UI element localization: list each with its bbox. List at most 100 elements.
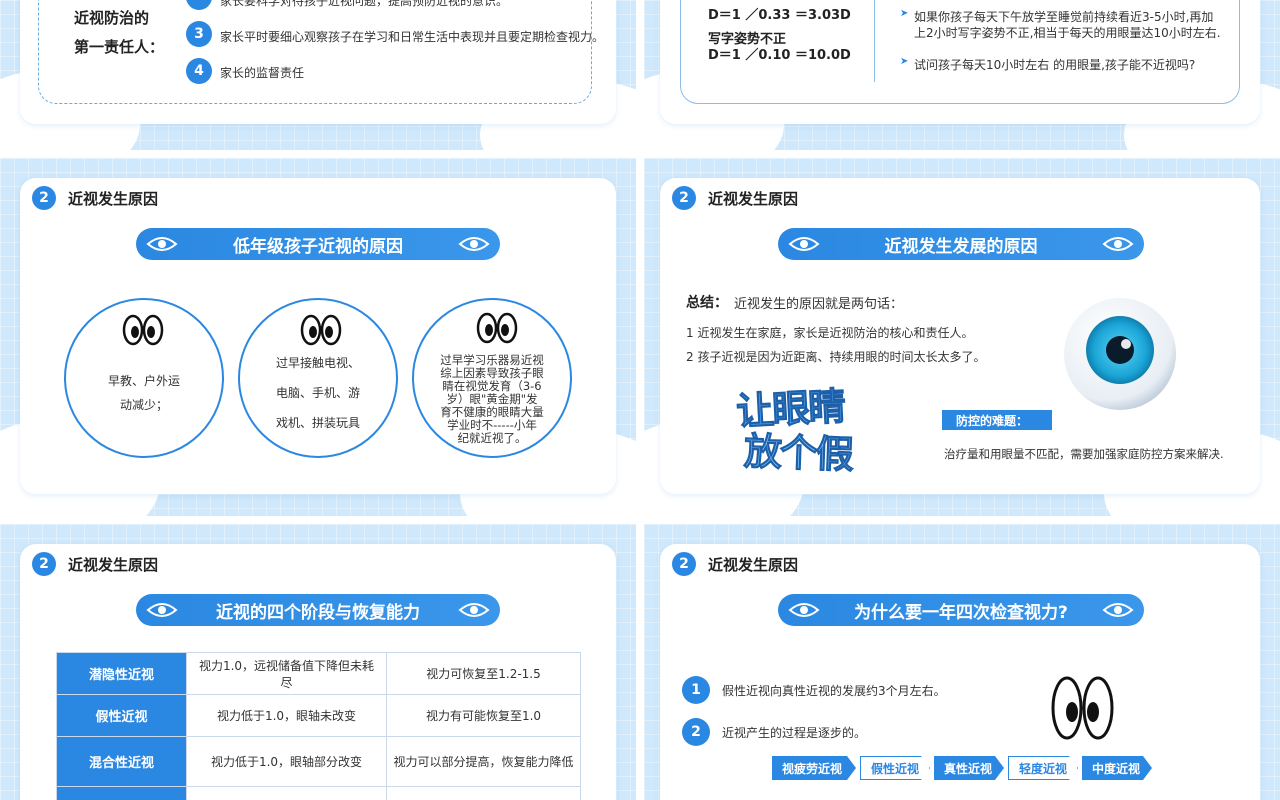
table-row bbox=[56, 786, 581, 800]
stage-desc: 视力1.0，远视储备值下降但未耗尽 bbox=[186, 652, 387, 695]
topic-banner: 近视发生发展的原因 bbox=[778, 228, 1144, 260]
stage-recovery bbox=[386, 786, 581, 800]
stage-chip: 假性近视 bbox=[860, 756, 930, 780]
item-text: 家长的监督责任 bbox=[220, 66, 305, 80]
topic-banner: 低年级孩子近视的原因 bbox=[136, 228, 500, 260]
stage-name: 假性近视 bbox=[56, 694, 187, 737]
eye-icon bbox=[788, 237, 820, 251]
stage-name: 潜隐性近视 bbox=[56, 652, 187, 695]
cartoon-eyes-icon bbox=[300, 314, 342, 346]
section-header: 2 近视发生原因 bbox=[672, 186, 798, 210]
summary-text: 近视发生的原因就是两句话： bbox=[734, 297, 904, 312]
stage-recovery: 视力可恢复至1.2-1.5 bbox=[386, 652, 581, 695]
difficulty-text: 治疗量和用眼量不匹配，需要加强家庭防控方案来解决. bbox=[944, 447, 1224, 461]
banner-text: 为什么要一年四次检查视力? bbox=[854, 602, 1068, 623]
cartoon-eyes-icon bbox=[122, 314, 164, 346]
circle-text: 过早接触电视、 bbox=[275, 356, 360, 370]
cartoon-eyes-icon bbox=[1051, 676, 1114, 740]
eye-icon bbox=[458, 237, 490, 251]
banner-text: 低年级孩子近视的原因 bbox=[233, 236, 403, 257]
table-row: 潜隐性近视 视力1.0，远视储备值下降但未耗尽 视力可恢复至1.2-1.5 bbox=[56, 652, 581, 695]
bullet-arrow: ➤ bbox=[900, 8, 909, 19]
point-number-badge: 1 bbox=[682, 676, 710, 704]
reason-circle-1: 早教、户外运 动减少； bbox=[64, 298, 224, 458]
art-title: 让眼睛 放个假 bbox=[735, 378, 906, 478]
formula-1: D＝1 ／0.33 ＝3.03D bbox=[708, 8, 851, 23]
eye-icon bbox=[458, 603, 490, 617]
divider bbox=[874, 0, 875, 82]
stage-desc: 视力低于1.0，眼轴部分改变 bbox=[186, 736, 387, 787]
slide-thumbnail-6[interactable]: 2 近视发生原因 为什么要一年四次检查视力? 1 假性近视向真性近视的发展约3个… bbox=[644, 524, 1280, 800]
section-number-badge: 2 bbox=[672, 186, 696, 210]
slide-card: 2 近视发生原因 低年级孩子近视的原因 早教、户外运 动减少； 过早接触电视、 … bbox=[20, 178, 616, 494]
section-title: 近视发生原因 bbox=[708, 189, 799, 208]
eye-icon bbox=[146, 603, 178, 617]
point-number-badge: 2 bbox=[682, 718, 710, 746]
point-text-2: 近视产生的过程是逐步的。 bbox=[722, 726, 867, 740]
title-line-2: 第一责任人： bbox=[74, 38, 165, 56]
slide-card: 2 近视发生原因 近视的四个阶段与恢复能力 潜隐性近视 视力1.0，远视储备值下… bbox=[20, 544, 616, 800]
topic-banner: 近视的四个阶段与恢复能力 bbox=[136, 594, 500, 626]
stage-recovery: 视力可以部分提高，恢复能力降低 bbox=[386, 736, 581, 787]
bullet-text-2: 试问孩子每天10小时左右 的用眼量,孩子能不近视吗? bbox=[914, 58, 1196, 72]
banner-text: 近视发生发展的原因 bbox=[884, 236, 1038, 257]
item-text-partial: 家长要科学对待孩子近视问题，提高预防近视的意识。 bbox=[220, 0, 509, 8]
section-number-badge: 2 bbox=[672, 552, 696, 576]
reason-circle-2: 过早接触电视、 电脑、手机、游 戏机、拼装玩具 bbox=[238, 298, 398, 458]
eye-icon bbox=[146, 237, 178, 251]
slide-card: 2 近视发生原因 近视发生发展的原因 总结： 近视发生的原因就是两句话： 1 近… bbox=[660, 178, 1260, 494]
stage-name: 混合性近视 bbox=[56, 736, 187, 787]
slide-thumbnail-1[interactable]: 近视防治的 第一责任人： 家长要科学对待孩子近视问题，提高预防近视的意识。 3 … bbox=[0, 0, 636, 150]
summary-label: 总结： bbox=[686, 295, 728, 311]
art-text-line-2: 放个假 bbox=[743, 429, 853, 478]
eye-icon bbox=[1102, 603, 1134, 617]
item-text: 家长平时要细心观察孩子在学习和日常生活中表现并且要定期检查视力。 bbox=[220, 30, 605, 44]
difficulty-label: 防控的难题： bbox=[942, 410, 1052, 430]
circle-text: 早教、户外运 bbox=[107, 374, 180, 388]
bullet-text-1b: 上2小时写字姿势不正,相当于每天的用眼量达10小时左右. bbox=[914, 26, 1221, 40]
stage-chip: 真性近视 bbox=[934, 756, 1004, 780]
slide-card: D＝1 ／0.33 ＝3.03D 写字姿势不正 D＝1 ／0.10 ＝10.0D… bbox=[660, 0, 1260, 124]
summary-point-2: 2 孩子近视是因为近距离、持续用眼的时间太长太多了。 bbox=[686, 350, 986, 364]
slide-thumbnail-3[interactable]: 2 近视发生原因 低年级孩子近视的原因 早教、户外运 动减少； 过早接触电视、 … bbox=[0, 158, 636, 516]
section-header: 2 近视发生原因 bbox=[32, 186, 158, 210]
eyeball-icon bbox=[1064, 298, 1176, 410]
bullet-text-1a: 如果你孩子每天下午放学至睡觉前持续看近3-5小时,再加 bbox=[914, 10, 1214, 24]
bullet-arrow: ➤ bbox=[900, 56, 909, 67]
stage-desc: 视力低于1.0，眼轴未改变 bbox=[186, 694, 387, 737]
title-line-1: 近视防治的 bbox=[74, 9, 150, 27]
circle-text: 戏机、拼装玩具 bbox=[275, 416, 360, 430]
section-header: 2 近视发生原因 bbox=[672, 552, 798, 576]
stages-table: 潜隐性近视 视力1.0，远视储备值下降但未耗尽 视力可恢复至1.2-1.5 假性… bbox=[56, 652, 581, 800]
slide-thumbnail-4[interactable]: 2 近视发生原因 近视发生发展的原因 总结： 近视发生的原因就是两句话： 1 近… bbox=[644, 158, 1280, 516]
stage-chip: 中度近视 bbox=[1082, 756, 1152, 780]
stage-chip: 轻度近视 bbox=[1008, 756, 1078, 780]
cartoon-eyes-icon bbox=[476, 312, 518, 344]
section-title: 近视发生原因 bbox=[68, 555, 159, 574]
section-title: 近视发生原因 bbox=[68, 189, 159, 208]
slide-thumbnail-5[interactable]: 2 近视发生原因 近视的四个阶段与恢复能力 潜隐性近视 视力1.0，远视储备值下… bbox=[0, 524, 636, 800]
topic-banner: 为什么要一年四次检查视力? bbox=[778, 594, 1144, 626]
slide-card: 近视防治的 第一责任人： 家长要科学对待孩子近视问题，提高预防近视的意识。 3 … bbox=[20, 0, 616, 124]
point-text-1: 假性近视向真性近视的发展约3个月左右。 bbox=[722, 684, 946, 698]
circle-text: 纪就近视了。 bbox=[457, 431, 527, 445]
slide-thumbnail-2[interactable]: D＝1 ／0.33 ＝3.03D 写字姿势不正 D＝1 ／0.10 ＝10.0D… bbox=[644, 0, 1280, 150]
table-row: 假性近视 视力低于1.0，眼轴未改变 视力有可能恢复至1.0 bbox=[56, 694, 581, 737]
circle-text: 电脑、手机、游 bbox=[275, 386, 360, 400]
circle-text: 动减少； bbox=[119, 398, 168, 412]
formula-2: D＝1 ／0.10 ＝10.0D bbox=[708, 48, 851, 63]
stage-desc bbox=[186, 786, 387, 800]
item-number-badge: 3 bbox=[186, 21, 212, 47]
section-number-badge: 2 bbox=[32, 186, 56, 210]
banner-text: 近视的四个阶段与恢复能力 bbox=[216, 602, 420, 623]
item-number-badge: 4 bbox=[186, 58, 212, 84]
section-number-badge: 2 bbox=[32, 552, 56, 576]
stage-name bbox=[56, 786, 187, 800]
slide-card: 2 近视发生原因 为什么要一年四次检查视力? 1 假性近视向真性近视的发展约3个… bbox=[660, 544, 1260, 800]
section-title: 近视发生原因 bbox=[708, 555, 799, 574]
summary-point-1: 1 近视发生在家庭，家长是近视防治的核心和责任人。 bbox=[686, 326, 974, 340]
stage-chip: 视疲劳近视 bbox=[772, 756, 856, 780]
eye-icon bbox=[788, 603, 820, 617]
table-row: 混合性近视 视力低于1.0，眼轴部分改变 视力可以部分提高，恢复能力降低 bbox=[56, 736, 581, 787]
eye-icon bbox=[1102, 237, 1134, 251]
